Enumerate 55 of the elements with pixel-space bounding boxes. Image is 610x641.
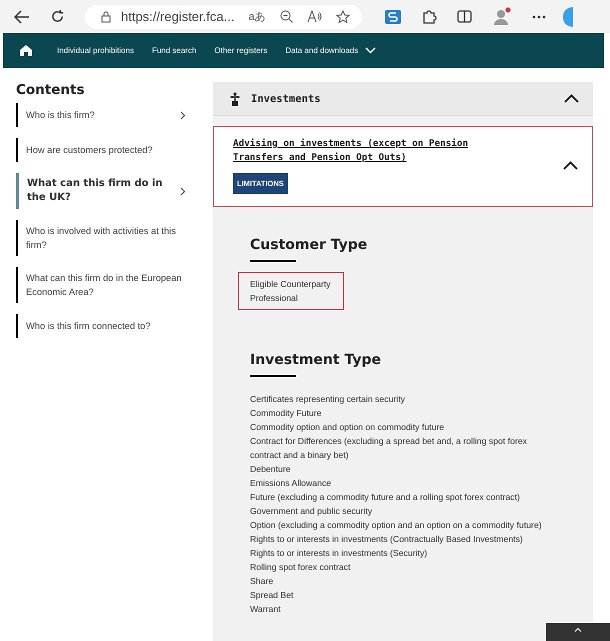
lock-icon (101, 10, 111, 22)
contents-link[interactable]: How are customers protected? (16, 138, 196, 162)
list-item: Professional (250, 292, 299, 305)
list-item: Emissions Allowance (250, 477, 332, 490)
chevron-right-icon (180, 110, 186, 120)
section-heading: Investment Type (250, 352, 382, 368)
list-item: Contract for Differences (excluding a spread bet and, a rolling spot forex contract and a binary bet) (250, 435, 528, 462)
activity-link[interactable]: Advising on investments (except on Pension Transfers and Pension Opt Outs) (233, 137, 483, 165)
extension-icon[interactable] (384, 8, 402, 24)
list-item: Eligible Counterparty (250, 278, 331, 291)
list-item: Rights to or interests in investments (Contractually Based Investments) (250, 533, 524, 546)
reload-icon[interactable] (50, 9, 65, 24)
category-title: Investments (251, 92, 322, 104)
nav-link[interactable]: Fund search (152, 46, 196, 55)
section-heading: Customer Type (250, 237, 368, 253)
zoom-out-icon[interactable] (280, 10, 293, 23)
list-item: Warrant (250, 603, 282, 616)
url-text: https://register.fca... (121, 9, 234, 24)
contents-link[interactable]: Who is involved with activities at this firm? (16, 220, 196, 256)
read-aloud-icon[interactable] (306, 10, 322, 23)
chevron-down-icon (365, 47, 376, 54)
home-icon[interactable] (20, 45, 32, 56)
split-screen-icon[interactable] (456, 10, 472, 23)
list-item: Rights to or interests in investments (Security) (250, 547, 428, 560)
contents-title: Contents (16, 82, 86, 98)
list-item: Rolling spot forex contract (250, 561, 352, 574)
contents-link[interactable]: Who is this firm? (16, 103, 196, 127)
translate-icon[interactable]: aあ (248, 9, 266, 24)
list-item: Spread Bet (250, 589, 294, 602)
avatar-icon[interactable] (492, 6, 512, 26)
list-item: Future (excluding a commodity future and a rolling spot forex contract) (250, 491, 521, 504)
list-item: Commodity option and option on commodity future (250, 421, 446, 434)
contents-link[interactable]: Who is this firm connected to? (16, 314, 196, 338)
contents-link[interactable]: What can this firm do in the UK? (16, 173, 196, 209)
chevron-right-icon (180, 186, 186, 196)
star-icon[interactable] (336, 10, 350, 24)
list-item: Option (excluding a commodity option and an option on a commodity future) (250, 519, 543, 532)
puzzle-icon[interactable] (422, 9, 437, 24)
back-icon[interactable] (14, 10, 30, 24)
contents-link[interactable]: What can this firm do in the European Economic Area? (16, 267, 196, 303)
nav-link[interactable]: Other registers (214, 46, 268, 55)
list-item: Commodity Future (250, 407, 322, 420)
more-icon[interactable] (532, 14, 546, 18)
address-bar[interactable]: https://register.fca... aあ (85, 4, 362, 28)
nav-link[interactable]: Individual prohibitions (57, 46, 134, 55)
list-item: Debenture (250, 463, 292, 476)
plant-icon (230, 92, 240, 106)
list-item: Share (250, 575, 274, 588)
category-header[interactable]: Investments (213, 82, 593, 116)
nav-link[interactable]: Data and downloads (285, 46, 402, 55)
chevron-up-icon (574, 627, 582, 632)
list-item: Certificates representing certain security (250, 393, 406, 406)
chevron-up-icon[interactable] (563, 161, 578, 170)
chevron-up-icon (564, 94, 579, 103)
list-item: Government and public security (250, 505, 374, 518)
